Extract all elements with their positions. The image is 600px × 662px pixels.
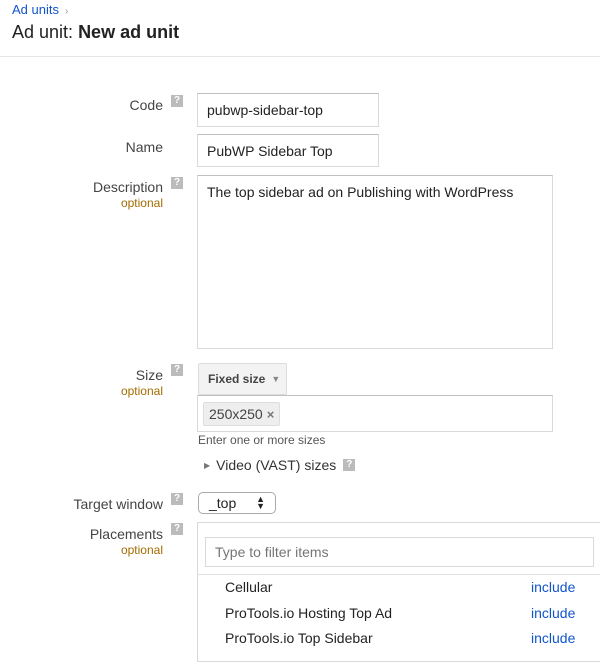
size-type-dropdown[interactable]: Fixed size ▼ xyxy=(198,363,287,395)
list-item: Cellular xyxy=(225,579,273,595)
code-label: Code xyxy=(129,97,163,113)
breadcrumb: Ad units › xyxy=(12,2,68,17)
divider xyxy=(197,574,600,575)
help-icon[interactable]: ? xyxy=(171,95,183,107)
remove-icon[interactable]: × xyxy=(267,407,275,422)
include-link[interactable]: include xyxy=(531,605,575,621)
page-title: Ad unit: New ad unit xyxy=(12,22,180,42)
name-input[interactable]: PubWP Sidebar Top xyxy=(197,134,379,167)
divider xyxy=(0,56,600,57)
placements-filter-input[interactable] xyxy=(205,537,594,567)
list-item: ProTools.io Top Sidebar xyxy=(225,630,373,646)
target-window-select[interactable]: _top ▲ ▼ xyxy=(198,492,276,514)
chevron-down-icon: ▼ xyxy=(271,374,281,384)
breadcrumb-ad-units-link[interactable]: Ad units xyxy=(12,2,59,17)
help-icon[interactable]: ? xyxy=(171,493,183,505)
updown-icon: ▲ ▼ xyxy=(256,494,265,511)
placements-optional: optional xyxy=(120,543,163,557)
help-icon[interactable]: ? xyxy=(343,459,356,471)
description-textarea[interactable]: The top sidebar ad on Publishing with Wo… xyxy=(197,175,553,349)
triangle-right-icon: ▶ xyxy=(204,460,211,470)
size-optional: optional xyxy=(120,384,163,398)
size-chip: 250x250 × xyxy=(203,401,281,426)
help-icon[interactable]: ? xyxy=(171,364,183,376)
help-icon[interactable]: ? xyxy=(171,523,183,535)
name-label: Name xyxy=(125,139,163,155)
description-optional: optional xyxy=(120,196,163,210)
list-item: ProTools.io Hosting Top Ad xyxy=(225,605,393,621)
include-link[interactable]: include xyxy=(531,630,575,646)
video-sizes-toggle[interactable]: ▶ Video (VAST) sizes ? xyxy=(204,457,356,473)
breadcrumb-separator: › xyxy=(64,6,69,17)
sizes-hint: Enter one or more sizes xyxy=(198,433,326,447)
size-label: Size xyxy=(135,367,163,383)
description-label: Description xyxy=(92,179,163,195)
code-input[interactable]: pubwp-sidebar-top xyxy=(197,93,379,127)
target-window-label: Target window xyxy=(73,496,164,512)
help-icon[interactable]: ? xyxy=(171,177,183,189)
include-link[interactable]: include xyxy=(531,579,575,595)
sizes-input[interactable]: 250x250 × xyxy=(197,395,553,432)
placements-label: Placements xyxy=(89,526,163,542)
